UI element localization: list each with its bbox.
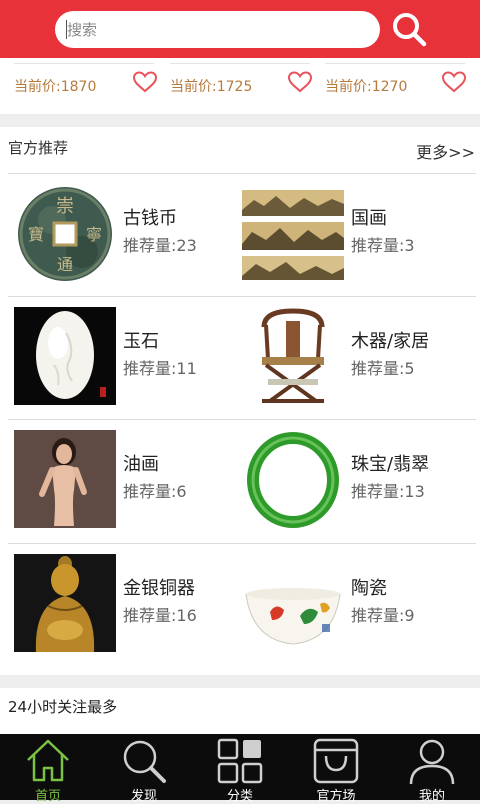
bangle-image [242, 430, 344, 528]
tab-label: 分类 [226, 789, 253, 804]
category-name: 陶瓷 [351, 578, 387, 599]
oil-painting-image [14, 430, 116, 528]
category-metalware[interactable]: 金银铜器 推荐量:16 [8, 544, 238, 664]
jade-image [14, 307, 116, 405]
category-jewelry[interactable]: 珠宝/翡翠 推荐量:13 [236, 420, 466, 540]
bag-icon [313, 738, 359, 784]
search-box[interactable] [55, 11, 380, 48]
official-recommend-section: 官方推荐 更多>> 崇 寧 通 寶 古钱币 推荐量:23 国画 推荐量:3 玉石… [0, 127, 480, 675]
card-edge [170, 58, 310, 64]
more-link[interactable]: 更多>> [416, 139, 475, 163]
recommend-count: 推荐量:13 [351, 482, 425, 501]
card-edge [325, 58, 465, 64]
section-title: 官方推荐 [8, 139, 69, 157]
recommend-count: 推荐量:23 [123, 236, 197, 255]
category-name: 珠宝/翡翠 [351, 454, 430, 475]
tab-label: 首页 [34, 789, 61, 804]
heart-icon[interactable] [287, 70, 313, 94]
bowl-image [242, 554, 344, 652]
tab-label: 发现 [130, 789, 157, 804]
hot-24h-section: 24小时关注最多 [0, 688, 480, 734]
category-oil-painting[interactable]: 油画 推荐量:6 [8, 420, 238, 540]
category-furniture[interactable]: 木器/家居 推荐量:5 [236, 297, 466, 417]
recommend-count: 推荐量:5 [351, 359, 415, 378]
current-price: 当前价:1270 [325, 79, 408, 95]
category-name: 古钱币 [123, 208, 177, 229]
category-name: 国画 [351, 208, 387, 229]
grid-icon [217, 738, 263, 784]
heart-icon[interactable] [441, 70, 467, 94]
section-title: 24小时关注最多 [8, 698, 118, 716]
tab-category[interactable]: 分类 [192, 734, 288, 804]
card-edge [14, 58, 154, 64]
svg-text:寶: 寶 [28, 225, 44, 244]
recommend-count: 推荐量:16 [123, 606, 197, 625]
tab-mine[interactable]: 我的 [384, 734, 480, 804]
heart-icon[interactable] [132, 70, 158, 94]
tab-official[interactable]: 官方场 [288, 734, 384, 804]
recommend-count: 推荐量:3 [351, 236, 415, 255]
search-input[interactable] [67, 17, 367, 42]
tab-discover[interactable]: 发现 [96, 734, 192, 804]
category-name: 金银铜器 [123, 578, 195, 599]
tab-label: 我的 [418, 789, 445, 804]
category-jade[interactable]: 玉石 推荐量:11 [8, 297, 238, 417]
price-item[interactable]: 当前价:1725 [170, 58, 325, 114]
svg-text:通: 通 [57, 255, 73, 274]
price-item[interactable]: 当前价:1270 [325, 58, 480, 114]
top-bar [0, 0, 480, 58]
buddha-image [14, 554, 116, 652]
current-price: 当前价:1870 [14, 79, 97, 95]
auction-price-strip: 当前价:1870 当前价:1725 当前价:1270 [0, 58, 480, 114]
user-icon [409, 739, 455, 785]
tab-label: 官方场 [316, 789, 356, 804]
home-icon [27, 739, 69, 782]
search-button[interactable] [388, 8, 432, 52]
search-icon [393, 13, 427, 47]
painting-image [242, 184, 344, 282]
category-painting[interactable]: 国画 推荐量:3 [236, 174, 466, 294]
category-name: 木器/家居 [351, 331, 430, 352]
svg-text:寧: 寧 [86, 225, 102, 244]
bottom-tab-bar: 首页 发现 分类 官方场 我的 [0, 734, 480, 804]
magnifier-icon [123, 740, 166, 783]
recommend-count: 推荐量:6 [123, 482, 187, 501]
category-name: 油画 [123, 454, 159, 475]
chair-image [242, 307, 344, 405]
current-price: 当前价:1725 [170, 79, 253, 95]
tab-home[interactable]: 首页 [0, 734, 96, 804]
recommend-count: 推荐量:9 [351, 606, 415, 625]
category-coins[interactable]: 崇 寧 通 寶 古钱币 推荐量:23 [8, 174, 238, 294]
svg-text:崇: 崇 [56, 196, 74, 217]
price-item[interactable]: 当前价:1870 [14, 58, 169, 114]
coin-image: 崇 寧 通 寶 [14, 184, 116, 282]
category-name: 玉石 [123, 331, 159, 352]
category-ceramics[interactable]: 陶瓷 推荐量:9 [236, 544, 466, 664]
recommend-count: 推荐量:11 [123, 359, 197, 378]
